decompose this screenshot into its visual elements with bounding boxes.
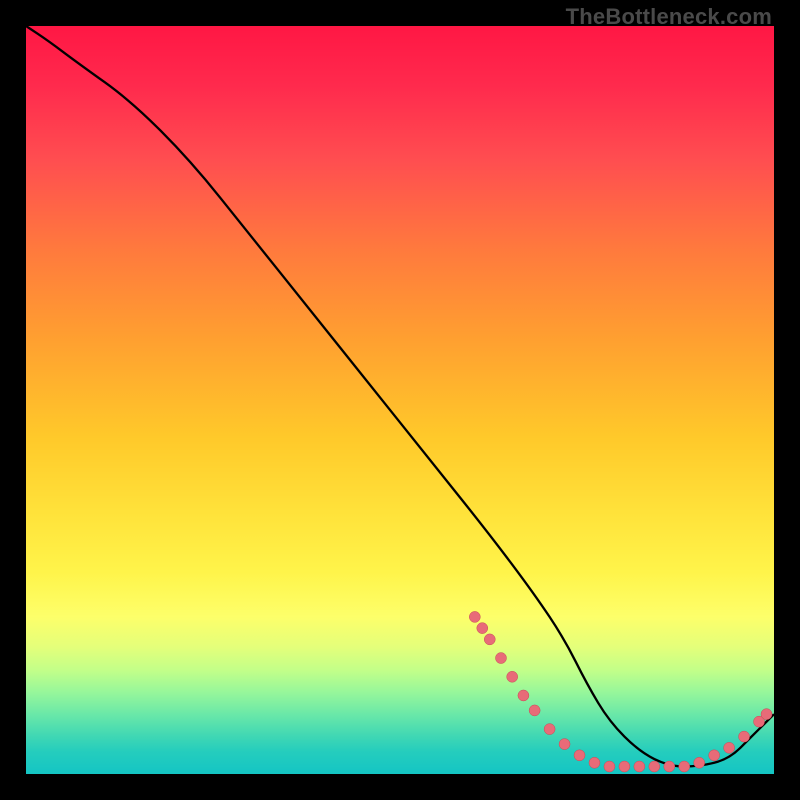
chart-svg <box>26 26 774 774</box>
data-marker <box>634 761 645 772</box>
data-marker <box>559 739 570 750</box>
data-marker <box>529 705 540 716</box>
data-marker <box>694 757 705 768</box>
data-marker <box>739 731 750 742</box>
chart-frame <box>26 26 774 774</box>
data-marker <box>709 750 720 761</box>
data-marker <box>484 634 495 645</box>
data-marker <box>679 761 690 772</box>
data-marker <box>544 724 555 735</box>
marker-group <box>469 611 772 772</box>
data-marker <box>507 671 518 682</box>
data-marker <box>518 690 529 701</box>
data-marker <box>477 623 488 634</box>
data-marker <box>724 742 735 753</box>
data-marker <box>664 761 675 772</box>
data-marker <box>469 611 480 622</box>
data-marker <box>495 653 506 664</box>
data-marker <box>589 757 600 768</box>
data-marker <box>761 709 772 720</box>
data-marker <box>604 761 615 772</box>
data-marker <box>574 750 585 761</box>
data-marker <box>619 761 630 772</box>
data-marker <box>649 761 660 772</box>
bottleneck-curve <box>26 26 774 767</box>
plot-area <box>26 26 774 774</box>
